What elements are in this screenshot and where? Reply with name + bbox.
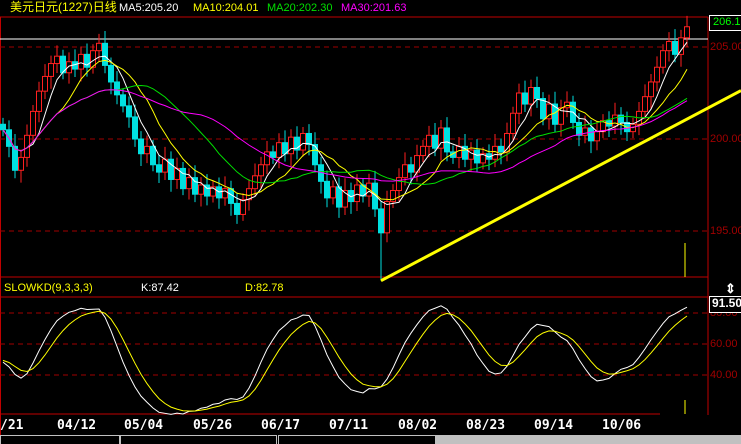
- candle-down: [102, 42, 108, 66]
- candle-up: [186, 177, 192, 190]
- candle-down: [132, 116, 138, 140]
- candle-down: [588, 127, 594, 142]
- candle-down: [324, 180, 330, 199]
- date-tick: 07/11: [329, 418, 369, 433]
- date-tick: 05/04: [124, 418, 164, 433]
- candle-down: [114, 81, 120, 96]
- candle-down: [408, 164, 414, 173]
- kd-tick: 40.00: [710, 369, 738, 381]
- candle-down: [138, 138, 144, 155]
- candle-down: [336, 186, 342, 208]
- candle-down: [522, 92, 528, 105]
- candle-down: [306, 132, 312, 146]
- price-tick: 205.00: [710, 41, 741, 53]
- candle-up: [582, 127, 588, 136]
- candle-down: [540, 98, 546, 120]
- candle-up: [48, 63, 54, 77]
- candle-up: [396, 177, 402, 192]
- candle-up: [648, 81, 654, 98]
- price-tick: 200.00: [710, 133, 741, 145]
- candle-up: [288, 136, 294, 155]
- ma20-label: MA20:202.30: [267, 2, 333, 14]
- candle-up: [300, 132, 306, 151]
- d-line: [2, 310, 688, 412]
- candle-up: [330, 186, 336, 199]
- candle-down: [234, 202, 240, 215]
- date-tick: 05/26: [193, 418, 233, 433]
- candle-up: [54, 55, 60, 65]
- candle-down: [270, 151, 276, 158]
- ma30-label: MA30:201.63: [341, 2, 407, 14]
- k-value: K:87.42: [141, 282, 179, 294]
- candle-up: [426, 134, 432, 147]
- candle-up: [384, 201, 390, 234]
- candle-up: [30, 110, 36, 136]
- candle-down: [576, 121, 582, 136]
- chart-title: 美元日元(1227)日线: [10, 0, 117, 14]
- candle-up: [354, 184, 360, 203]
- candle-up: [18, 156, 24, 171]
- candle-up: [654, 66, 660, 83]
- candle-up: [276, 142, 282, 158]
- candle-down: [534, 86, 540, 100]
- candle-up: [678, 37, 684, 55]
- candle-up: [642, 96, 648, 112]
- candle-down: [498, 145, 504, 153]
- candle-down: [150, 145, 156, 166]
- date-tick: 04/12: [57, 418, 97, 433]
- date-tick: 09/14: [534, 418, 574, 433]
- candle-up: [36, 90, 42, 112]
- date-tick: 08/23: [466, 418, 506, 433]
- cursor-value-box: 91.50: [709, 296, 741, 313]
- candle-down: [0, 123, 6, 131]
- candle-down: [156, 164, 162, 173]
- candle-down: [120, 94, 126, 107]
- candle-down: [444, 127, 450, 153]
- date-tick: 06/17: [261, 418, 301, 433]
- candle-down: [180, 167, 186, 190]
- kd-tick: 60.00: [710, 338, 738, 350]
- last-price-box: 206.1: [709, 15, 741, 31]
- candle-down: [378, 208, 384, 234]
- candle-up: [144, 145, 150, 155]
- candle-up: [660, 50, 666, 68]
- k-line: [2, 305, 688, 415]
- date-tick: /21: [0, 418, 24, 433]
- candle-up: [612, 114, 618, 127]
- price-tick: 195.00: [710, 225, 741, 237]
- candle-up: [264, 151, 270, 166]
- candle-up: [42, 75, 48, 92]
- candle-up: [684, 26, 690, 39]
- candle-up: [78, 53, 84, 70]
- candle-up: [666, 40, 672, 52]
- candle-up: [510, 112, 516, 134]
- ma5-label: MA5:205.20: [119, 2, 179, 14]
- candle-up: [258, 164, 264, 177]
- candle-down: [108, 64, 114, 83]
- move-cursor-icon: ⇕: [725, 281, 736, 296]
- indicator-name: SLOWKD(9,3,3,3): [4, 282, 93, 294]
- candle-down: [672, 40, 678, 55]
- d-value: D:82.78: [245, 282, 284, 294]
- candle-down: [126, 105, 132, 118]
- ma10-label: MA10:204.01: [193, 2, 259, 14]
- candle-up: [402, 164, 408, 179]
- candle-up: [222, 188, 228, 199]
- candle-up: [528, 86, 534, 105]
- candle-up: [516, 92, 522, 114]
- date-tick: 10/06: [602, 418, 642, 433]
- candle-up: [594, 131, 600, 142]
- candle-up: [240, 199, 246, 215]
- chart-canvas[interactable]: [0, 0, 741, 443]
- candle-up: [96, 42, 102, 52]
- candle-down: [432, 134, 438, 149]
- candle-down: [312, 144, 318, 166]
- candle-down: [474, 149, 480, 164]
- candle-up: [492, 145, 498, 160]
- candle-up: [420, 145, 426, 157]
- date-tick: 08/02: [398, 418, 438, 433]
- candle-up: [198, 184, 204, 195]
